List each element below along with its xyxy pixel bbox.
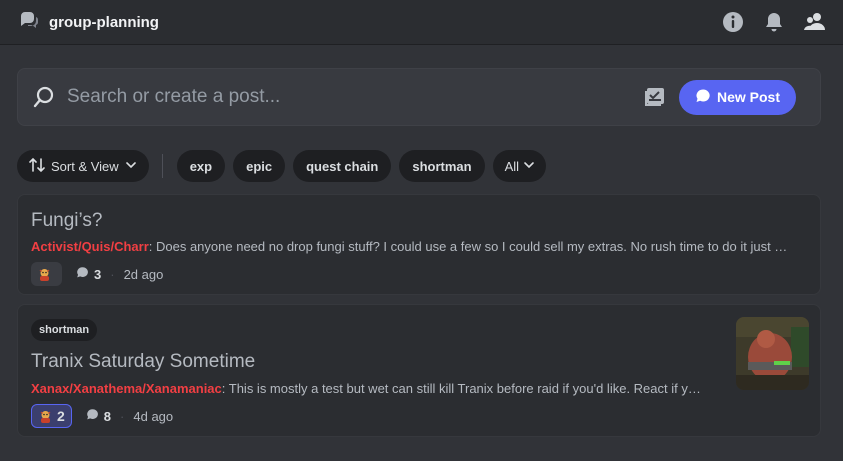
ogre-emoji-icon — [37, 267, 52, 282]
sort-view-button[interactable]: Sort & View — [17, 150, 149, 182]
chat-bubble-icon — [76, 266, 89, 282]
tag-filter-exp[interactable]: exp — [176, 150, 226, 182]
channel-header: group-planning — [0, 0, 843, 45]
search-bar: New Post — [17, 68, 821, 126]
post-meta: 3 · 2d ago — [31, 262, 163, 286]
post-preview-text: : Does anyone need no drop fungi stuff? … — [148, 239, 788, 254]
all-tags-label: All — [504, 158, 520, 174]
meta-separator: · — [110, 266, 115, 282]
meta-separator: · — [120, 408, 125, 424]
reaction-button[interactable]: 2 — [31, 404, 72, 428]
search-input[interactable] — [67, 86, 643, 108]
message-count: 3 — [76, 266, 101, 282]
post-tag: shortman — [31, 319, 98, 341]
post-snippet: Xanax/Xanathema/Xanamaniac: This is most… — [31, 381, 721, 396]
post-snippet: Activist/Quis/Charr: Does anyone need no… — [31, 239, 811, 254]
post-card[interactable]: Fungi’s? Activist/Quis/Charr: Does anyon… — [17, 194, 821, 295]
all-tags-button[interactable]: All — [492, 150, 547, 182]
tag-filter-shortman[interactable]: shortman — [399, 150, 485, 182]
post-time: 4d ago — [133, 408, 174, 424]
sort-view-label: Sort & View — [51, 158, 119, 174]
post-author[interactable]: Xanax/Xanathema/Xanamaniac — [31, 381, 222, 396]
chevron-down-icon — [523, 159, 535, 174]
chat-bubble-icon — [86, 408, 99, 424]
new-post-label: New Post — [716, 89, 780, 105]
bell-icon[interactable] — [762, 10, 786, 34]
chat-bubble-icon — [695, 88, 711, 107]
filter-bar: Sort & View exp epic quest chain shortma… — [17, 150, 554, 182]
message-count-value: 8 — [103, 408, 112, 424]
tag-filter-quest-chain[interactable]: quest chain — [293, 150, 392, 182]
message-count: 8 — [86, 408, 111, 424]
reaction-button[interactable] — [31, 262, 62, 286]
post-meta: 2 8 · 4d ago — [31, 404, 173, 428]
sort-icon — [29, 157, 45, 176]
forum-icon — [18, 11, 40, 33]
post-thumbnail[interactable] — [736, 317, 809, 390]
ogre-emoji-icon — [38, 409, 53, 424]
info-icon[interactable] — [721, 10, 745, 34]
channel-name: group-planning — [49, 13, 159, 31]
post-card[interactable]: shortman Tranix Saturday Sometime Xanax/… — [17, 304, 821, 437]
post-title: Tranix Saturday Sometime — [31, 351, 256, 372]
post-title: Fungi’s? — [31, 210, 103, 231]
new-post-button[interactable]: New Post — [678, 79, 796, 115]
reaction-count: 2 — [57, 408, 65, 424]
search-icon — [32, 85, 56, 109]
media-upload-icon[interactable] — [643, 85, 667, 109]
tag-filter-epic[interactable]: epic — [233, 150, 286, 182]
post-preview-text: : This is mostly a test but wet can stil… — [221, 381, 701, 396]
members-icon[interactable] — [803, 10, 827, 34]
post-author[interactable]: Activist/Quis/Charr — [31, 239, 149, 254]
chevron-down-icon — [125, 159, 137, 174]
filter-divider — [161, 154, 163, 178]
message-count-value: 3 — [94, 266, 102, 282]
post-time: 2d ago — [123, 266, 164, 282]
